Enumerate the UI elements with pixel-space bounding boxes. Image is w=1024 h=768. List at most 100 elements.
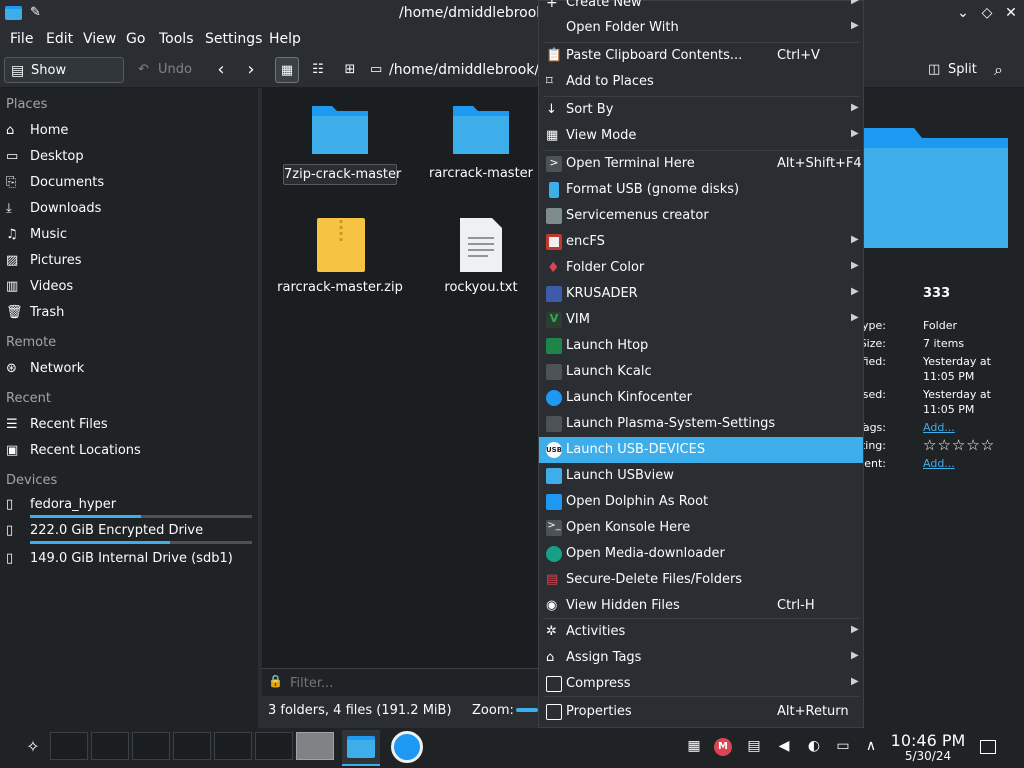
- menu-item-secure-delete[interactable]: ▤ Secure-Delete Files/Folders: [539, 567, 863, 593]
- compact-view-icon[interactable]: ☷: [306, 57, 330, 83]
- menu-go[interactable]: Go: [126, 31, 145, 47]
- forward-icon[interactable]: ›: [240, 57, 262, 83]
- info-comment-add-link[interactable]: Add...: [923, 457, 955, 470]
- sidebar-item-documents[interactable]: ⎘ Documents: [6, 171, 256, 195]
- menu-item-launch-kinfocenter[interactable]: Launch Kinfocenter: [539, 385, 863, 411]
- split-button[interactable]: ◫ Split: [926, 57, 978, 83]
- menu-item-servicemenus-creator[interactable]: Servicemenus creator: [539, 203, 863, 229]
- menu-help[interactable]: Help: [269, 31, 301, 47]
- menu-item-compress[interactable]: Compress ▶: [539, 671, 863, 697]
- clock-time[interactable]: 10:46 PM: [888, 731, 968, 750]
- filter-input[interactable]: [290, 672, 534, 694]
- sidebar-item-music[interactable]: ♫ Music: [6, 223, 256, 247]
- show-desktop-icon[interactable]: [980, 740, 996, 754]
- menu-item-assign-tags[interactable]: ⌂ Assign Tags ▶: [539, 645, 863, 671]
- icons-view-icon[interactable]: ▦: [275, 57, 299, 83]
- menu-item-open-konsole[interactable]: >_ Open Konsole Here: [539, 515, 863, 541]
- file-item-folder[interactable]: rarcrack-master: [416, 102, 546, 186]
- sidebar-item-device-encrypted[interactable]: ▯ 222.0 GiB Encrypted Drive: [6, 519, 256, 544]
- sidebar-item-device-fedora[interactable]: ▯ fedora_hyper: [6, 493, 256, 518]
- menu-item-launch-htop[interactable]: Launch Htop: [539, 333, 863, 359]
- clipboard-icon[interactable]: ▤: [745, 738, 763, 756]
- minimize-icon[interactable]: ⌄: [954, 5, 972, 23]
- rating-stars[interactable]: ☆☆☆☆☆: [923, 436, 995, 454]
- menu-item-encfs[interactable]: encFS ▶: [539, 229, 863, 255]
- menu-item-open-folder-with[interactable]: Open Folder With ▶: [539, 15, 863, 41]
- menu-item-create-new[interactable]: + Create New ▶: [539, 0, 863, 16]
- menu-item-vim[interactable]: V VIM ▶: [539, 307, 863, 333]
- pager-desktop-5[interactable]: [214, 732, 252, 760]
- menu-item-sort-by[interactable]: ↓ Sort By ▶: [539, 97, 863, 123]
- search-icon[interactable]: ⌕: [994, 57, 1016, 83]
- info-tags-add-link[interactable]: Add...: [923, 421, 955, 434]
- sidebar-item-label: Recent Files: [30, 417, 108, 432]
- menu-view[interactable]: View: [83, 31, 116, 47]
- back-icon[interactable]: ‹: [210, 57, 232, 83]
- window-titlebar[interactable]: ✎ /home/dmiddlebrook/3 ⌄ ◇ ✕: [0, 0, 1024, 28]
- location-bar[interactable]: ▭ /home/dmiddlebrook/33: [368, 57, 538, 83]
- discover-app-icon[interactable]: [391, 731, 423, 763]
- menu-item-properties[interactable]: Properties Alt+Return: [539, 699, 863, 725]
- sidebar-item-desktop[interactable]: ▭ Desktop: [6, 145, 256, 169]
- sidebar-item-home[interactable]: ⌂ Home: [6, 119, 256, 143]
- mega-icon[interactable]: M: [714, 738, 732, 756]
- sidebar-item-videos[interactable]: ▥ Videos: [6, 275, 256, 299]
- menu-item-format-usb[interactable]: Format USB (gnome disks): [539, 177, 863, 203]
- menu-item-view-hidden[interactable]: ◉ View Hidden Files Ctrl-H: [539, 593, 863, 619]
- settings-icon: [546, 416, 562, 432]
- pager-desktop-active[interactable]: [296, 732, 334, 760]
- menu-tools[interactable]: Tools: [159, 31, 194, 47]
- expand-tray-icon[interactable]: ∧: [862, 738, 880, 756]
- menu-settings[interactable]: Settings: [205, 31, 262, 47]
- sidebar-item-pictures[interactable]: ▨ Pictures: [6, 249, 256, 273]
- taskbar-dolphin-task[interactable]: [342, 730, 380, 766]
- volume-icon[interactable]: ◀: [775, 738, 793, 756]
- details-view-icon[interactable]: ⊞: [338, 57, 362, 83]
- menu-item-open-dolphin-root[interactable]: Open Dolphin As Root: [539, 489, 863, 515]
- sidebar-item-recent-locations[interactable]: ▣ Recent Locations: [6, 439, 256, 463]
- pager-desktop-2[interactable]: [91, 732, 129, 760]
- menu-edit[interactable]: Edit: [46, 31, 73, 47]
- show-menubar-button[interactable]: ▤ Show Menubar: [4, 57, 124, 104]
- network-tray-icon[interactable]: ▭: [834, 738, 852, 756]
- clock-date[interactable]: 5/30/24: [888, 749, 968, 763]
- menu-item-open-terminal[interactable]: > Open Terminal Here Alt+Shift+F4: [539, 151, 863, 177]
- sidebar-item-device-internal[interactable]: ▯ 149.0 GiB Internal Drive (sdb1): [6, 547, 256, 571]
- application-launcher-icon[interactable]: ✧: [24, 737, 42, 756]
- pager-desktop-1[interactable]: [50, 732, 88, 760]
- menu-item-media-downloader[interactable]: Open Media-downloader: [539, 541, 863, 567]
- sidebar-item-trash[interactable]: 🗑 Trash: [6, 301, 256, 325]
- folder-app-icon[interactable]: [5, 6, 22, 20]
- file-item-folder[interactable]: 7zip-crack-master: [275, 102, 405, 186]
- menu-item-paste[interactable]: 📋 Paste Clipboard Contents... Ctrl+V: [539, 43, 863, 69]
- sidebar-item-network[interactable]: ⊛ Network: [6, 357, 256, 381]
- zoom-slider[interactable]: [516, 708, 538, 712]
- file-view[interactable]: 7zip-crack-master rarcrack-master rarcra…: [262, 88, 538, 668]
- menu-item-view-mode[interactable]: ▦ View Mode ▶: [539, 123, 863, 149]
- maximize-icon[interactable]: ◇: [978, 5, 996, 23]
- menu-item-krusader[interactable]: KRUSADER ▶: [539, 281, 863, 307]
- file-item-text[interactable]: rockyou.txt: [416, 216, 546, 300]
- pin-icon[interactable]: ✎: [30, 5, 41, 20]
- sidebar-item-recent-files[interactable]: ☰ Recent Files: [6, 413, 256, 437]
- pager-desktop-4[interactable]: [173, 732, 211, 760]
- tray-app-icon[interactable]: ▦: [685, 738, 703, 756]
- pager-desktop-3[interactable]: [132, 732, 170, 760]
- menu-item-launch-kcalc[interactable]: Launch Kcalc: [539, 359, 863, 385]
- menu-item-add-to-places[interactable]: ⌑ Add to Places: [539, 69, 863, 95]
- pager-desktop-6[interactable]: [255, 732, 293, 760]
- undo-button[interactable]: ↶ Undo: [134, 57, 194, 83]
- close-icon[interactable]: ✕: [1002, 5, 1020, 23]
- menu-item-launch-usbview[interactable]: Launch USBview: [539, 463, 863, 489]
- menu-item-launch-usb-devices[interactable]: USB Launch USB-DEVICES: [539, 437, 863, 463]
- lock-icon[interactable]: 🔒: [268, 674, 283, 688]
- menu-item-folder-color[interactable]: ♦ Folder Color ▶: [539, 255, 863, 281]
- menu-file[interactable]: File: [10, 31, 33, 47]
- submenu-arrow-icon: ▶: [851, 0, 859, 6]
- vpn-icon[interactable]: ◐: [805, 738, 823, 756]
- file-item-zip[interactable]: rarcrack-master.zip: [275, 216, 405, 300]
- menu-item-activities[interactable]: ✲ Activities ▶: [539, 619, 863, 645]
- places-panel: Places ⌂ Home ▭ Desktop ⎘ Documents ⤓ Do…: [0, 88, 258, 728]
- menu-item-launch-plasma-settings[interactable]: Launch Plasma-System-Settings: [539, 411, 863, 437]
- sidebar-item-downloads[interactable]: ⤓ Downloads: [6, 197, 256, 221]
